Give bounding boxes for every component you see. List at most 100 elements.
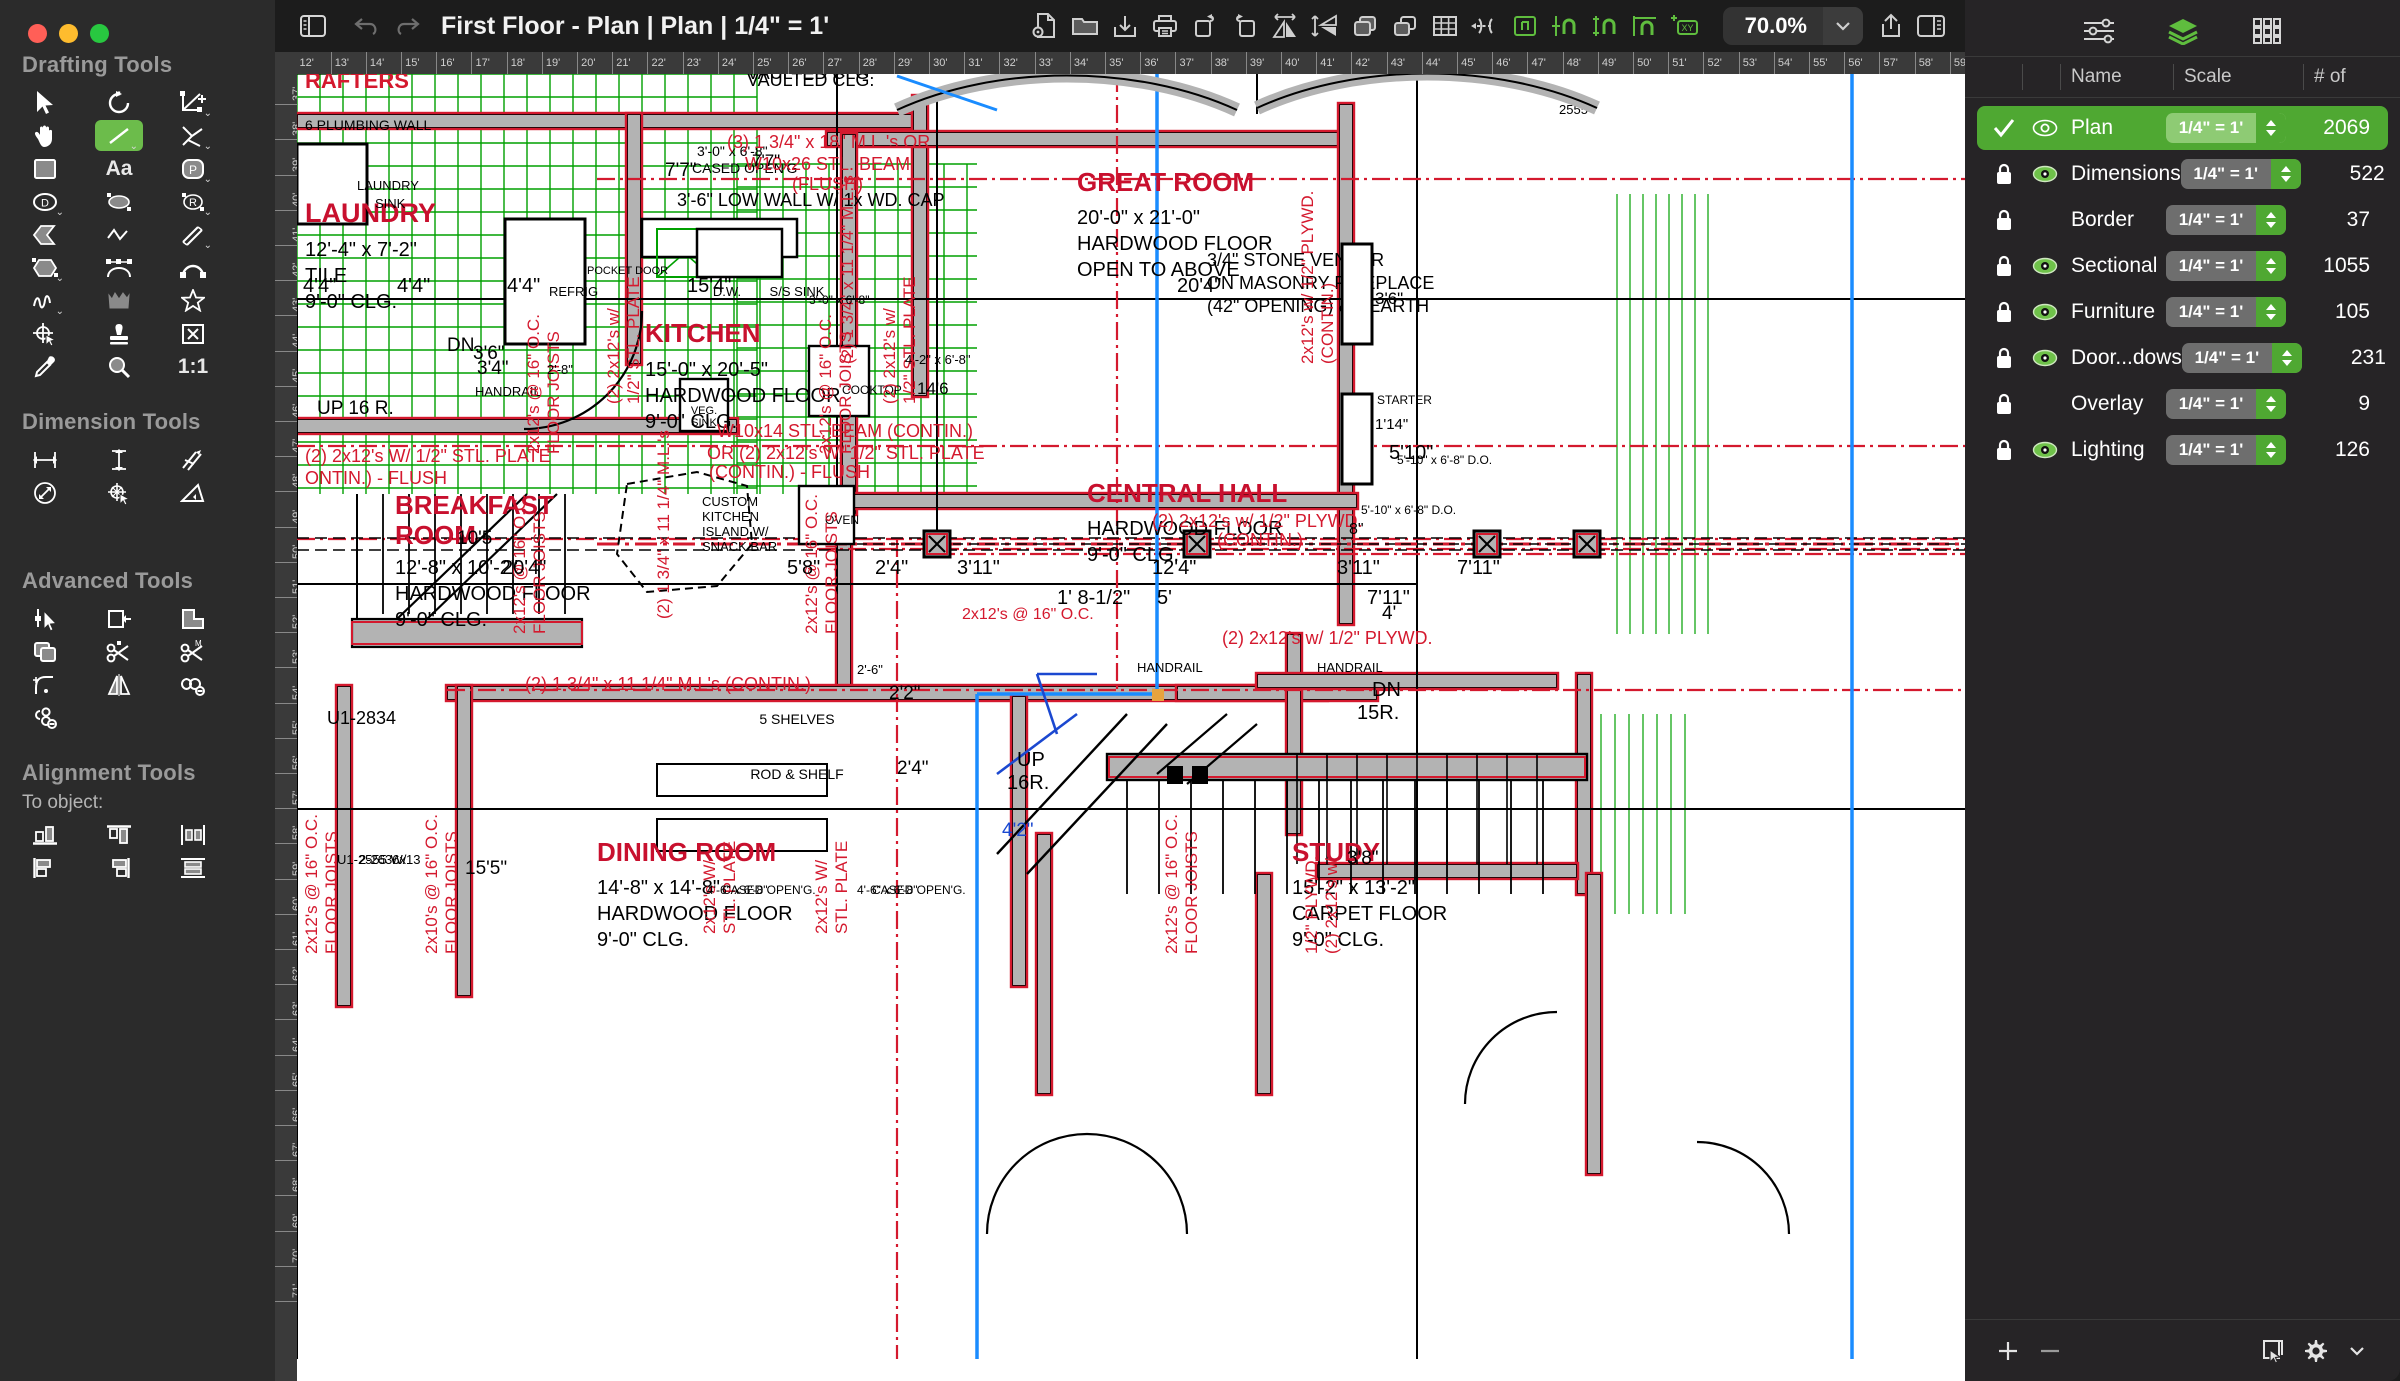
tool-duplicate[interactable] xyxy=(8,635,82,668)
layer-name[interactable]: Overlay xyxy=(2065,392,2166,416)
tool-dimension-d[interactable]: D ⌄ xyxy=(8,185,82,218)
tool-align-right[interactable] xyxy=(82,851,156,884)
tool-chevron-shape[interactable] xyxy=(8,218,82,251)
tool-snap-point[interactable] xyxy=(8,317,82,350)
rotate-left-icon[interactable] xyxy=(1185,6,1225,46)
layer-lock-icon[interactable] xyxy=(1983,254,2025,278)
flip-horizontal-icon[interactable] xyxy=(1265,6,1305,46)
layer-row[interactable]: Border 1/4" = 1' 37 xyxy=(1977,198,2388,242)
tool-rectangle[interactable] xyxy=(8,152,82,185)
import-icon[interactable] xyxy=(1105,6,1145,46)
drawing-canvas[interactable]: LAUNDRY 12'-4" x 7'-2" TILE 9'-0" CLG. KITCH… xyxy=(297,74,1965,1381)
print-icon[interactable] xyxy=(1145,6,1185,46)
tool-eyedropper[interactable] xyxy=(8,350,82,383)
scale-stepper-arrows[interactable] xyxy=(2256,435,2286,465)
ruler-corner[interactable] xyxy=(275,52,297,74)
tool-split-scissors[interactable] xyxy=(82,635,156,668)
layer-row[interactable]: Furniture 1/4" = 1' 105 xyxy=(1977,290,2388,334)
tool-crop[interactable]: ⌄ xyxy=(156,86,230,119)
tool-line[interactable]: ⌄ xyxy=(82,119,156,152)
layer-row[interactable]: Sectional 1/4" = 1' 1055 xyxy=(1977,244,2388,288)
duplicate-layer-icon[interactable] xyxy=(2252,1330,2294,1372)
tool-align-top[interactable] xyxy=(82,818,156,851)
layer-lock-icon[interactable] xyxy=(1983,392,2025,416)
redo-button[interactable] xyxy=(387,6,427,46)
scale-stepper-arrows[interactable] xyxy=(2256,389,2286,419)
layer-name[interactable]: Border xyxy=(2065,208,2166,232)
scale-stepper-arrows[interactable] xyxy=(2256,205,2286,235)
layer-name[interactable]: Sectional xyxy=(2065,254,2166,278)
minimize-window-button[interactable] xyxy=(59,23,78,43)
tool-multi-split-scissors[interactable]: M xyxy=(156,635,230,668)
snap-intersection-icon[interactable] xyxy=(1585,6,1625,46)
tool-double-line[interactable]: ⌄ xyxy=(156,218,230,251)
close-window-button[interactable] xyxy=(28,23,47,43)
tool-bezier[interactable] xyxy=(82,251,156,284)
tool-leader-dimension[interactable] xyxy=(8,509,82,542)
grid-icon[interactable] xyxy=(1425,6,1465,46)
layer-scale-stepper[interactable]: 1/4" = 1' xyxy=(2166,113,2286,143)
tool-distribute-vertical[interactable] xyxy=(156,851,230,884)
tool-distribute-horizontal[interactable] xyxy=(156,818,230,851)
layer-visibility-eye-icon[interactable] xyxy=(2025,165,2065,183)
tab-layers[interactable] xyxy=(2160,11,2206,51)
layer-visibility-eye-icon[interactable] xyxy=(2025,303,2065,321)
scale-stepper-arrows[interactable] xyxy=(2256,297,2286,327)
rotate-right-icon[interactable] xyxy=(1225,6,1265,46)
tool-star[interactable] xyxy=(156,284,230,317)
tool-unjoin[interactable] xyxy=(8,701,82,734)
layer-row[interactable]: Plan 1/4" = 1' 2069 xyxy=(1977,106,2388,150)
undo-button[interactable] xyxy=(347,6,387,46)
ungroup-icon[interactable] xyxy=(1385,6,1425,46)
layer-name[interactable]: Lighting xyxy=(2065,438,2166,462)
zoom-percentage[interactable]: 70.0% xyxy=(1723,13,1823,39)
tool-text[interactable]: Aa xyxy=(82,152,156,185)
tool-vertical-dimension[interactable] xyxy=(82,443,156,476)
tool-zoom-magnify[interactable] xyxy=(82,350,156,383)
tool-ellipse[interactable] xyxy=(82,185,156,218)
layer-visibility-eye-icon[interactable] xyxy=(2025,441,2065,459)
inspector-toggle-button[interactable] xyxy=(1911,6,1951,46)
scale-stepper-arrows[interactable] xyxy=(2271,343,2302,373)
layer-scale-stepper[interactable]: 1/4" = 1' xyxy=(2166,297,2286,327)
tool-polyline[interactable] xyxy=(82,218,156,251)
flip-vertical-icon[interactable] xyxy=(1305,6,1345,46)
layer-name[interactable]: Dimensions xyxy=(2065,162,2181,186)
layer-scale-stepper[interactable]: 1/4" = 1' xyxy=(2166,205,2286,235)
layer-row[interactable]: Dimensions 1/4" = 1' 522 xyxy=(1977,152,2388,196)
tool-diameter-dimension[interactable] xyxy=(8,476,82,509)
scale-stepper-arrows[interactable] xyxy=(2256,251,2286,281)
snap-grid-icon[interactable] xyxy=(1505,6,1545,46)
tool-fillet[interactable] xyxy=(8,668,82,701)
tool-radius-r[interactable]: R ⌄ xyxy=(156,185,230,218)
tab-library[interactable] xyxy=(2244,11,2290,51)
layer-row[interactable]: Lighting 1/4" = 1' 126 xyxy=(1977,428,2388,472)
add-layer-button[interactable] xyxy=(1987,1330,2029,1372)
open-folder-icon[interactable] xyxy=(1065,6,1105,46)
layer-lock-icon[interactable] xyxy=(1983,438,2025,462)
layer-scale-stepper[interactable]: 1/4" = 1' xyxy=(2180,159,2301,189)
maximize-window-button[interactable] xyxy=(90,23,109,43)
scale-stepper-arrows[interactable] xyxy=(2270,159,2301,189)
tool-pan-hand[interactable] xyxy=(8,119,82,152)
layer-visibility-eye-icon[interactable] xyxy=(2025,349,2065,367)
zoom-control[interactable]: 70.0% xyxy=(1722,7,1863,45)
layer-name[interactable]: Door...dows xyxy=(2065,346,2182,370)
horizontal-ruler[interactable]: 12' 13' 14' 15' 16' 17' 18' 19' 20' 21' 22' 23' 24' 2… xyxy=(297,52,1965,74)
tool-join[interactable] xyxy=(156,668,230,701)
snap-object-icon[interactable] xyxy=(1545,6,1585,46)
tool-radial-dimension[interactable] xyxy=(82,476,156,509)
document-settings-icon[interactable] xyxy=(1025,6,1065,46)
layer-lock-icon[interactable] xyxy=(1983,346,2025,370)
layer-row[interactable]: Overlay 1/4" = 1' 9 xyxy=(1977,382,2388,426)
tool-select-arrow[interactable] xyxy=(8,86,82,119)
tool-arc[interactable] xyxy=(156,251,230,284)
layer-visibility-eye-icon[interactable] xyxy=(2025,119,2065,137)
zoom-dropdown-button[interactable] xyxy=(1823,7,1863,45)
settings-chevron-down-icon[interactable] xyxy=(2336,1330,2378,1372)
tool-delete-box[interactable] xyxy=(156,317,230,350)
layer-scale-stepper[interactable]: 1/4" = 1' xyxy=(2181,343,2302,373)
remove-layer-button[interactable] xyxy=(2029,1330,2071,1372)
gear-icon[interactable] xyxy=(2294,1330,2336,1372)
tool-rotate[interactable] xyxy=(82,86,156,119)
